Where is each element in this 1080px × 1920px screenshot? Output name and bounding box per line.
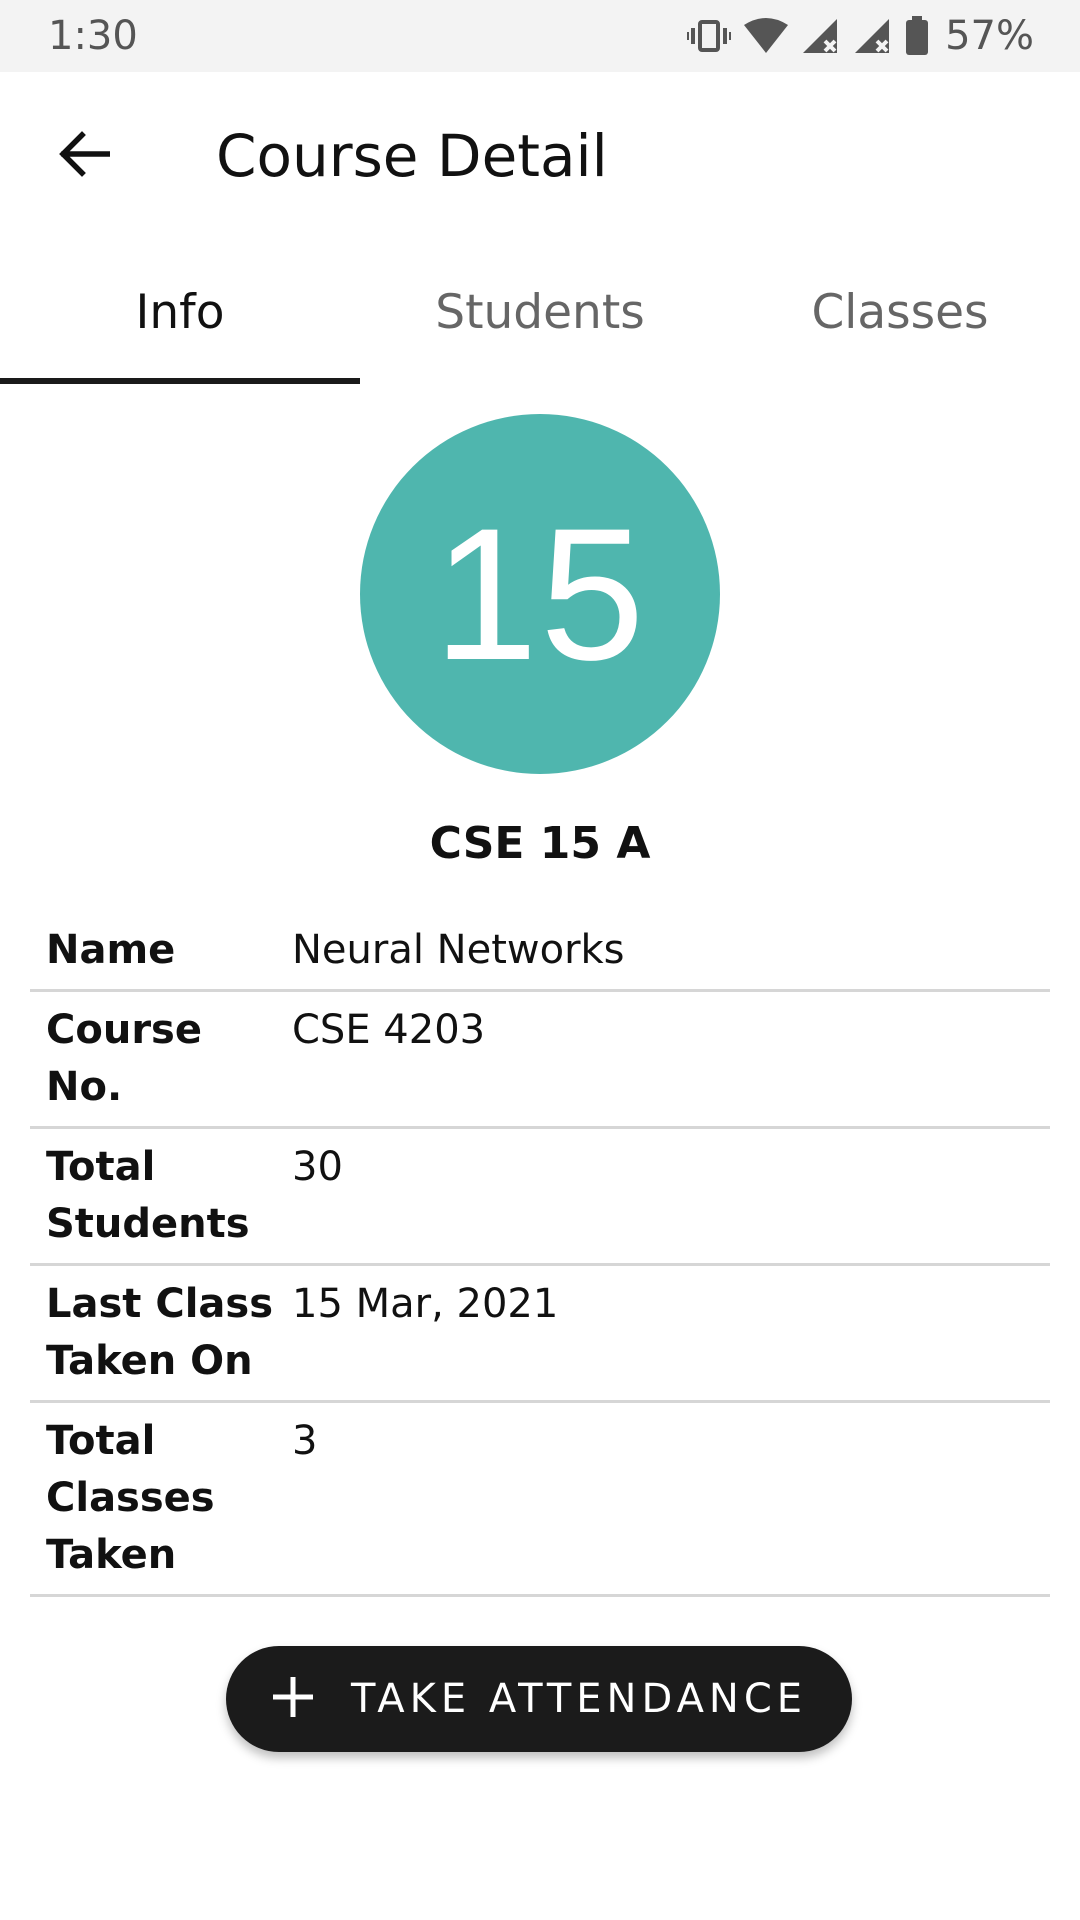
tab-classes[interactable]: Classes	[720, 240, 1080, 384]
app-bar: Course Detail	[0, 72, 1080, 240]
course-details-table: Name Neural Networks Course No. CSE 4203…	[30, 912, 1050, 1597]
detail-label: Total Classes Taken	[46, 1418, 215, 1578]
detail-row-course-no: Course No. CSE 4203	[30, 992, 1050, 1129]
detail-value: 3	[292, 1418, 318, 1464]
status-icons: 57%	[687, 12, 1034, 60]
course-code: CSE 15 A	[429, 818, 651, 869]
signal-icon	[801, 17, 841, 55]
course-badge-number: 15	[433, 489, 647, 699]
signal-icon	[853, 17, 893, 55]
detail-value: 15 Mar, 2021	[292, 1281, 559, 1327]
detail-row-total-classes: Total Classes Taken 3	[30, 1403, 1050, 1597]
detail-label: Name	[46, 927, 176, 973]
battery-icon	[905, 16, 929, 56]
back-button[interactable]	[40, 112, 128, 200]
wifi-icon	[743, 17, 789, 55]
detail-row-last-class: Last Class Taken On 15 Mar, 2021	[30, 1266, 1050, 1403]
detail-value: CSE 4203	[292, 1007, 486, 1053]
tab-students[interactable]: Students	[360, 240, 720, 384]
detail-label: Last Class Taken On	[46, 1281, 274, 1384]
detail-value: Neural Networks	[292, 927, 625, 973]
course-badge: 15	[360, 414, 720, 774]
detail-row-total-students: Total Students 30	[30, 1129, 1050, 1266]
detail-label: Total Students	[46, 1144, 250, 1247]
take-attendance-button[interactable]: TAKE ATTENDANCE	[226, 1646, 852, 1752]
tab-bar: Info Students Classes	[0, 240, 1080, 384]
take-attendance-label: TAKE ATTENDANCE	[350, 1676, 808, 1722]
status-bar: 1:30 57%	[0, 0, 1080, 72]
detail-row-name: Name Neural Networks	[30, 912, 1050, 992]
battery-percentage: 57%	[945, 13, 1034, 59]
tab-info[interactable]: Info	[0, 240, 360, 384]
arrow-back-icon	[58, 131, 111, 181]
status-time: 1:30	[48, 13, 138, 59]
vibrate-icon	[687, 18, 732, 54]
page-title: Course Detail	[216, 122, 608, 190]
detail-value: 30	[292, 1144, 343, 1190]
detail-label: Course No.	[46, 1007, 202, 1110]
plus-icon	[271, 1675, 315, 1723]
